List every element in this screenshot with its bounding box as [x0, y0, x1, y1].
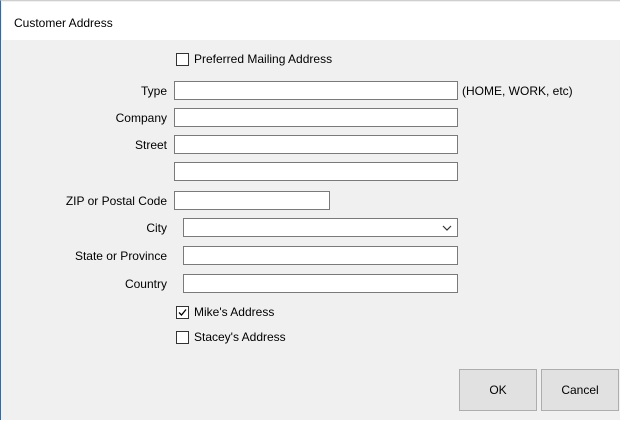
chevron-down-icon[interactable]: [441, 222, 453, 234]
street-input[interactable]: [174, 135, 458, 154]
company-label: Company: [115, 111, 167, 125]
check-icon: [178, 309, 187, 316]
type-label: Type: [140, 84, 167, 98]
state-input[interactable]: [183, 246, 458, 265]
dialog-title: Customer Address: [14, 16, 113, 30]
cancel-button[interactable]: Cancel: [541, 369, 619, 411]
ok-button[interactable]: OK: [459, 369, 537, 411]
staceys-address-checkbox[interactable]: [176, 331, 189, 344]
city-combobox[interactable]: [183, 218, 458, 237]
type-input[interactable]: [174, 81, 458, 100]
preferred-mailing-checkbox[interactable]: [176, 53, 189, 66]
state-label: State or Province: [74, 249, 167, 263]
street-line2-input[interactable]: [174, 162, 458, 181]
preferred-mailing-label: Preferred Mailing Address: [194, 52, 333, 66]
type-hint: (HOME, WORK, etc): [462, 84, 573, 98]
zip-input[interactable]: [174, 191, 330, 210]
zip-label: ZIP or Postal Code: [65, 194, 167, 208]
company-input[interactable]: [174, 108, 458, 127]
dialog-window: Customer Address Preferred Mailing Addre…: [0, 0, 621, 420]
staceys-address-label: Stacey's Address: [194, 330, 286, 344]
city-label: City: [146, 221, 167, 235]
mikes-address-checkbox[interactable]: [176, 306, 189, 319]
country-input[interactable]: [183, 274, 458, 293]
country-label: Country: [124, 277, 167, 291]
mikes-address-label: Mike's Address: [194, 305, 275, 319]
street-label: Street: [134, 138, 167, 152]
dialog-title-bar: Customer Address: [2, 2, 621, 40]
